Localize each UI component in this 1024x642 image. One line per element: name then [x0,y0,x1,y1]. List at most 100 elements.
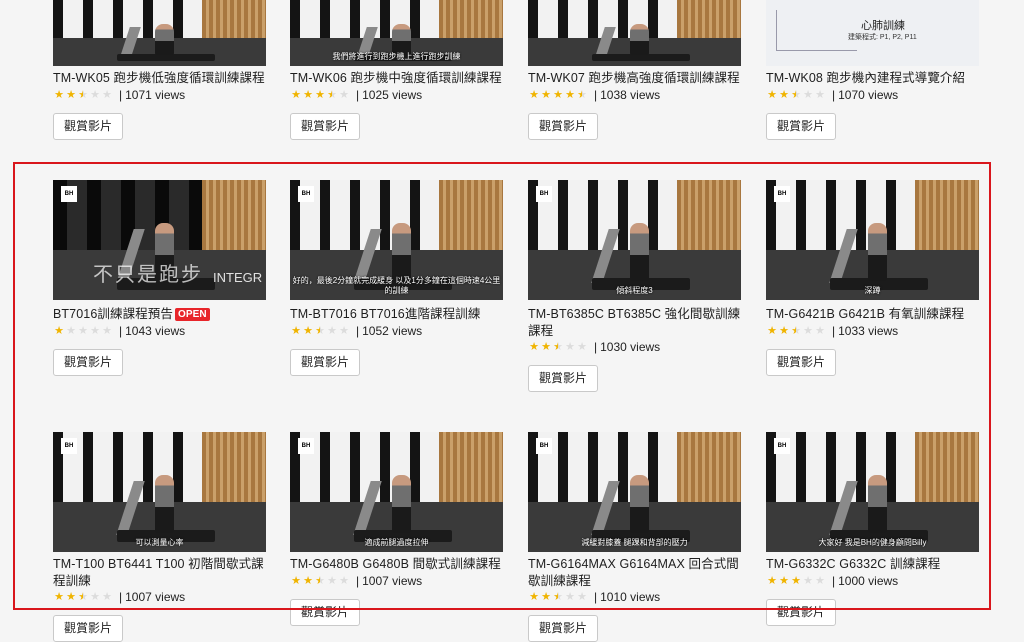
video-subtitle: 我們將進行到跑步機上進行跑步訓練 [332,52,461,61]
trainer-figure [868,223,888,281]
star-icon: ★ [577,88,587,101]
star-icon: ★ [90,324,100,337]
watch-video-button[interactable]: 觀賞影片 [528,365,599,392]
bh-logo: BH [536,186,552,202]
bh-logo: BH [61,186,77,202]
star-icon: ★ [66,591,76,603]
view-count: 1010 views [600,590,661,604]
video-title-text: TM-WK08 跑步機內建程式導覽介紹 [766,71,966,85]
star-icon: ★ [327,324,337,337]
video-thumbnail[interactable] [528,0,741,66]
video-thumbnail[interactable]: BH 深蹲 [766,180,979,300]
star-rating: ★ ★ ★ ★ ★ [528,590,588,604]
video-meta: ★ ★ ★ ★ ★ | 1070 views [766,87,980,103]
star-icon: ★ [779,88,789,101]
video-title[interactable]: TM-BT7016 BT7016進階課程訓練 [290,306,504,323]
star-icon: ★ [327,88,337,101]
star-icon: ★ [315,324,325,337]
star-icon: ★ [779,574,789,587]
star-icon: ★ [577,341,587,353]
watch-video-button[interactable]: 觀賞影片 [290,598,361,626]
video-title[interactable]: TM-BT6385C BT6385C 強化間歇訓練課程 [528,306,742,339]
video-title[interactable]: TM-T100 BT6441 T100 初階間歇式課程訓練 [53,556,267,589]
video-title[interactable]: TM-G6480B G6480B 間歇式訓練課程 [290,556,504,573]
video-card-info: TM-G6332C G6332C 訓練課程 ★ ★ ★ ★ ★ | 1000 views [766,556,980,589]
view-count: 1071 views [125,87,186,102]
star-icon: ★ [577,591,587,603]
watch-video-button[interactable]: 觀賞影片 [766,598,837,626]
separator: | [356,87,360,102]
watch-video-button[interactable]: 觀賞影片 [53,615,124,642]
scene-wood-panel [439,0,503,40]
star-icon: ★ [90,88,100,101]
video-thumbnail[interactable] [53,0,266,66]
video-thumbnail[interactable]: 心肺訓練 建築程式: P1, P2, P11 [766,0,979,66]
star-icon: ★ [303,574,313,587]
watch-video-button[interactable]: 觀賞影片 [290,348,361,376]
star-icon: ★ [529,591,539,603]
video-title[interactable]: TM-G6421B G6421B 有氧訓練課程 [766,306,980,323]
video-title[interactable]: TM-G6164MAX G6164MAX 回合式間歇訓練課程 [528,556,742,589]
scene-wood-panel [677,180,741,252]
video-title[interactable]: TM-WK06 跑步機中強度循環訓練課程 [290,70,504,87]
video-title[interactable]: BT7016訓練課程預告 OPEN [53,306,267,323]
video-thumbnail[interactable]: BH 可以測量心率 [53,432,266,552]
video-thumbnail[interactable]: BH 傾斜程度3 [528,180,741,300]
video-thumbnail[interactable]: BH 大家好 我是BH的健身顧問Billy [766,432,979,552]
video-title[interactable]: TM-WK05 跑步機低強度循環訓練課程 [53,70,267,87]
watch-video-button[interactable]: 觀賞影片 [528,112,599,140]
treadmill-deck [116,54,215,61]
star-icon: ★ [791,324,801,337]
video-meta: ★ ★ ★ ★ ★ | 1007 views [290,573,504,589]
video-card-info: TM-G6164MAX G6164MAX 回合式間歇訓練課程 ★ ★ ★ ★ ★ | 1010… [528,556,742,605]
video-title-text: TM-G6480B G6480B 間歇式訓練課程 [290,557,501,571]
trainer-figure [392,23,412,56]
star-icon: ★ [767,88,777,101]
trainer-figure [630,23,650,56]
video-title[interactable]: TM-G6332C G6332C 訓練課程 [766,556,980,573]
video-meta: ★ ★ ★ ★ ★ | 1071 views [53,87,267,103]
watch-video-button[interactable]: 觀賞影片 [53,348,124,376]
watch-video-button[interactable]: 觀賞影片 [528,615,599,642]
star-icon: ★ [779,324,789,337]
watch-video-button[interactable]: 觀賞影片 [290,112,361,140]
chart-graphic [776,10,857,51]
thumb-overlay-text-2: INTEGR [213,270,263,285]
star-icon: ★ [102,591,112,603]
watch-video-button[interactable]: 觀賞影片 [766,112,837,140]
treadmill-deck [591,54,690,61]
watch-video-button[interactable]: 觀賞影片 [766,348,837,376]
bh-logo: BH [536,438,552,454]
video-thumbnail[interactable]: 我們將進行到跑步機上進行跑步訓練 [290,0,503,66]
star-icon: ★ [529,341,539,353]
video-title[interactable]: TM-WK07 跑步機高強度循環訓練課程 [528,70,742,87]
video-thumbnail[interactable]: BH 好的，最後2分鐘就完成緩身 以及1分多鐘在這個時速4公里的訓練 [290,180,503,300]
video-meta: ★ ★ ★ ★ ★ | 1010 views [528,589,742,605]
video-card-info: TM-WK08 跑步機內建程式導覽介紹 ★ ★ ★ ★ ★ | 1070 views [766,70,980,103]
bh-logo: BH [774,186,790,202]
star-icon: ★ [54,88,64,101]
scene-wood-panel [915,432,979,504]
trainer-figure [630,223,650,281]
video-meta: ★ ★ ★ ★ ★ | 1033 views [766,323,980,339]
video-title-text: TM-WK05 跑步機低強度循環訓練課程 [53,71,265,85]
trainer-figure [392,223,412,281]
video-card-info: TM-G6421B G6421B 有氧訓練課程 ★ ★ ★ ★ ★ | 1033 views [766,306,980,339]
star-icon: ★ [791,88,801,101]
video-card-info: TM-WK07 跑步機高強度循環訓練課程 ★ ★ ★ ★ ★ | 1038 views [528,70,742,103]
star-icon: ★ [815,324,825,337]
star-icon: ★ [102,324,112,337]
video-title[interactable]: TM-WK08 跑步機內建程式導覽介紹 [766,70,980,87]
star-icon: ★ [78,88,88,101]
star-rating: ★ ★ ★ ★ ★ [290,324,350,338]
video-meta: ★ ★ ★ ★ ★ | 1043 views [53,323,267,339]
watch-video-button[interactable]: 觀賞影片 [53,112,124,140]
video-card-info: TM-WK05 跑步機低強度循環訓練課程 ★ ★ ★ ★ ★ | 1071 views [53,70,267,103]
separator: | [119,323,123,338]
separator: | [832,573,836,588]
video-thumbnail[interactable]: BH 減緩對膝蓋 腿踝和背部的壓力 [528,432,741,552]
video-thumbnail[interactable]: BH 適成前腿過度拉伸 [290,432,503,552]
star-icon: ★ [315,88,325,101]
video-thumbnail[interactable]: BH 不只是跑步 INTEGR [53,180,266,300]
scene-wood-panel [439,180,503,252]
